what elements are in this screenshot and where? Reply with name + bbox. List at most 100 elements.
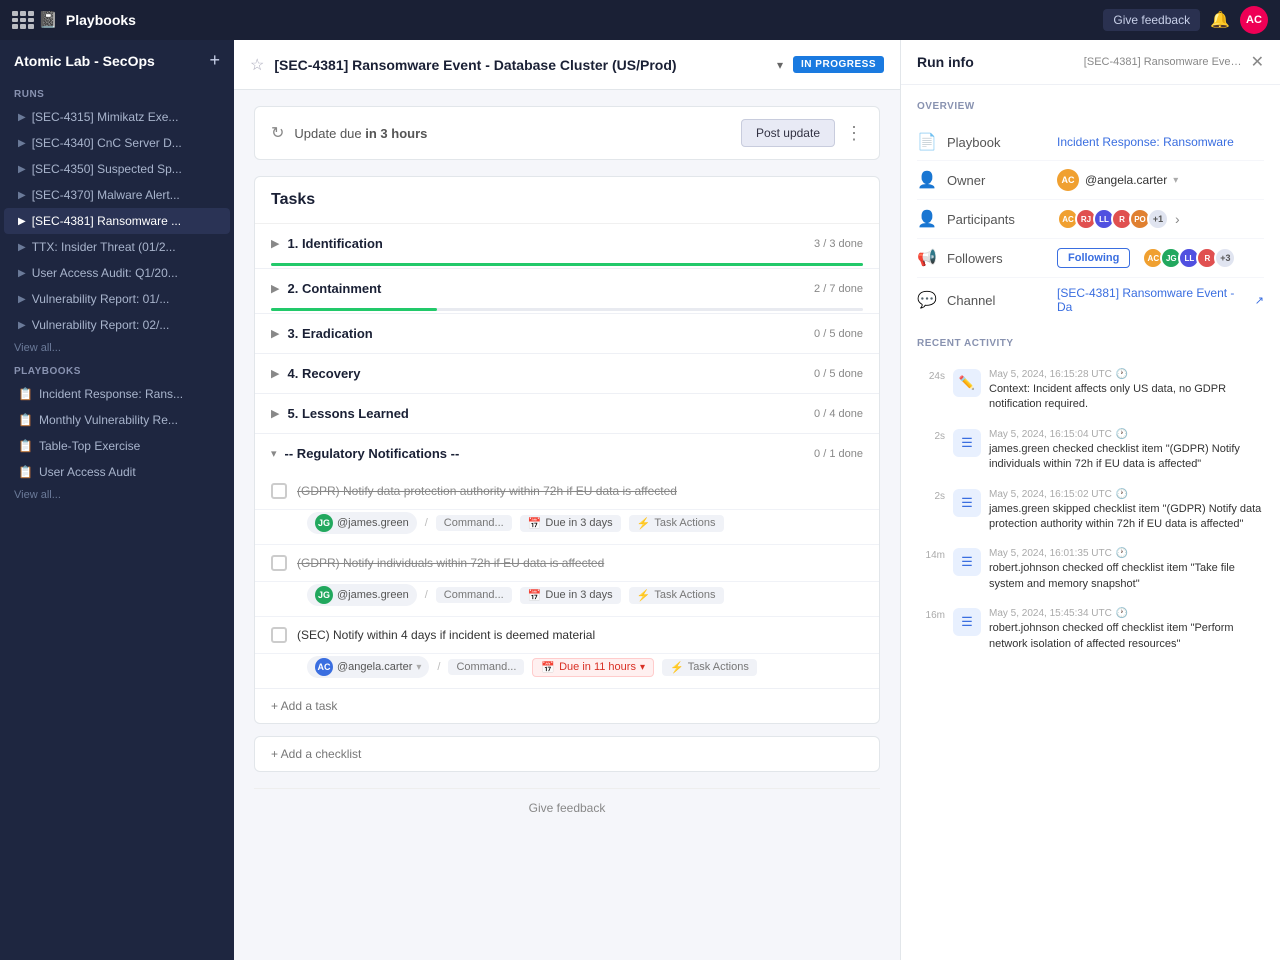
view-all-runs[interactable]: View all... xyxy=(0,338,234,358)
activity-item: 2s ☰ May 5, 2024, 16:15:02 UTC 🕐 james.g… xyxy=(917,481,1264,541)
playbook-value: Incident Response: Ransomware xyxy=(1057,135,1264,149)
bottom-feedback[interactable]: Give feedback xyxy=(254,788,880,827)
command-chip[interactable]: Command... xyxy=(448,659,524,675)
refresh-icon: ↻ xyxy=(271,123,284,143)
task-actions-button[interactable]: ⚡ Task Actions xyxy=(662,659,757,676)
post-update-button[interactable]: Post update xyxy=(741,119,835,147)
sidebar-item-audit[interactable]: ▶ User Access Audit: Q1/20... xyxy=(4,260,230,286)
activity-text: james.green skipped checklist item "(GDP… xyxy=(989,502,1264,533)
task-checkbox-gdpr2[interactable] xyxy=(271,555,287,571)
playbook-icon: 📋 xyxy=(18,465,33,479)
activity-time: 2s xyxy=(917,429,945,473)
add-task-label: + Add a task xyxy=(271,699,337,713)
sidebar-item-4315[interactable]: ▶ [SEC-4315] Mimikatz Exe... xyxy=(4,104,230,130)
assignee-dropdown-icon[interactable]: ▾ xyxy=(416,662,421,673)
content-header: ☆ [SEC-4381] Ransomware Event - Database… xyxy=(234,40,900,90)
participants-nav-button[interactable]: › xyxy=(1175,211,1180,227)
lightning-icon: ⚡ xyxy=(670,661,684,674)
task-group-header-recovery[interactable]: ▶ 4. Recovery 0 / 5 done xyxy=(255,354,879,393)
playbook-link[interactable]: Incident Response: Ransomware xyxy=(1057,135,1234,149)
sidebar-item-playbook-tabletop[interactable]: 📋 Table-Top Exercise xyxy=(4,433,230,459)
sidebar-item-label: Incident Response: Rans... xyxy=(39,387,183,401)
activity-content: May 5, 2024, 16:15:28 UTC 🕐 Context: Inc… xyxy=(989,369,1264,413)
info-row-participants: 👤 Participants AC RJ LL R PO +1 › xyxy=(917,200,1264,239)
command-chip[interactable]: Command... xyxy=(436,587,512,603)
owner-label: Owner xyxy=(947,173,1047,188)
arrow-icon: ▶ xyxy=(18,164,26,175)
sidebar-item-4381[interactable]: ▶ [SEC-4381] Ransomware ... xyxy=(4,208,230,234)
sidebar-item-label: [SEC-4350] Suspected Sp... xyxy=(32,162,182,176)
activity-timestamp: May 5, 2024, 15:45:34 UTC 🕐 xyxy=(989,608,1264,619)
task-group-header-eradication[interactable]: ▶ 3. Eradication 0 / 5 done xyxy=(255,314,879,353)
sidebar-item-label: User Access Audit: Q1/20... xyxy=(32,266,178,280)
owner-chip[interactable]: AC @angela.carter ▾ xyxy=(1057,169,1178,191)
grid-icon[interactable] xyxy=(12,11,30,29)
task-group-header-regulatory[interactable]: ▾ -- Regulatory Notifications -- 0 / 1 d… xyxy=(255,434,879,473)
sidebar-item-4340[interactable]: ▶ [SEC-4340] CnC Server D... xyxy=(4,130,230,156)
owner-name: @angela.carter xyxy=(1085,173,1167,187)
command-chip[interactable]: Command... xyxy=(436,515,512,531)
due-chip-overdue[interactable]: 📅 Due in 11 hours ▾ xyxy=(532,658,654,677)
task-row: (GDPR) Notify data protection authority … xyxy=(255,473,879,510)
run-info-section: OVERVIEW 📄 Playbook Incident Response: R… xyxy=(901,85,1280,338)
runs-section-label: RUNS xyxy=(0,81,234,104)
add-checklist-row[interactable]: + Add a checklist xyxy=(254,736,880,772)
channel-link[interactable]: [SEC-4381] Ransomware Event - Da ↗ xyxy=(1057,286,1264,314)
assignee-avatar: AC xyxy=(315,658,333,676)
close-panel-button[interactable]: ✕ xyxy=(1251,52,1264,72)
task-checkbox-sec1[interactable] xyxy=(271,627,287,643)
task-group-header-identification[interactable]: ▶ 1. Identification 3 / 3 done xyxy=(255,224,879,263)
assignee-chip[interactable]: AC @angela.carter ▾ xyxy=(307,656,429,678)
calendar-icon: 📅 xyxy=(541,661,555,674)
activity-item: 16m ☰ May 5, 2024, 15:45:34 UTC 🕐 robert… xyxy=(917,600,1264,660)
bell-icon[interactable]: 🔔 xyxy=(1210,10,1230,30)
update-due-text: Update due in 3 hours xyxy=(294,126,731,141)
star-button[interactable]: ☆ xyxy=(250,55,264,75)
owner-chevron-icon: ▾ xyxy=(1173,175,1178,186)
add-task-row[interactable]: + Add a task xyxy=(255,689,879,723)
sidebar-item-label: Vulnerability Report: 01/... xyxy=(32,292,170,306)
task-meta-gdpr2: JG @james.green / Command... 📅 Due in 3 … xyxy=(255,582,879,617)
sidebar-item-playbook-monthly[interactable]: 📋 Monthly Vulnerability Re... xyxy=(4,407,230,433)
sidebar-item-vuln2[interactable]: ▶ Vulnerability Report: 02/... xyxy=(4,312,230,338)
clock-icon: 🕐 xyxy=(1116,429,1128,440)
participants-row: AC RJ LL R PO +1 xyxy=(1057,208,1169,230)
arrow-icon: ▶ xyxy=(18,138,26,149)
assignee-name: @james.green xyxy=(337,517,409,529)
following-button[interactable]: Following xyxy=(1057,248,1130,268)
group-count: 3 / 3 done xyxy=(814,238,863,250)
progress-bar-wrap xyxy=(271,263,863,266)
assignee-chip[interactable]: JG @james.green xyxy=(307,584,417,606)
task-group-eradication: ▶ 3. Eradication 0 / 5 done xyxy=(255,314,879,354)
due-chip: 📅 Due in 3 days xyxy=(520,515,621,532)
center-inner: ↻ Update due in 3 hours Post update ⋮ Ta… xyxy=(234,90,900,843)
group-title: -- Regulatory Notifications -- xyxy=(285,446,807,461)
user-avatar[interactable]: AC xyxy=(1240,6,1268,34)
task-group-identification: ▶ 1. Identification 3 / 3 done xyxy=(255,224,879,269)
add-workspace-button[interactable]: + xyxy=(209,50,220,71)
sidebar-item-4350[interactable]: ▶ [SEC-4350] Suspected Sp... xyxy=(4,156,230,182)
sidebar-item-4370[interactable]: ▶ [SEC-4370] Malware Alert... xyxy=(4,182,230,208)
followers-more: +3 xyxy=(1214,247,1236,269)
assignee-chip[interactable]: JG @james.green xyxy=(307,512,417,534)
topbar: 📓 Playbooks Give feedback 🔔 AC xyxy=(0,0,1280,40)
view-all-playbooks[interactable]: View all... xyxy=(0,485,234,505)
task-actions-label: Task Actions xyxy=(654,589,715,601)
run-title-dropdown[interactable]: ▾ xyxy=(777,58,783,72)
task-actions-button[interactable]: ⚡ Task Actions xyxy=(629,587,724,604)
sidebar-item-label: [SEC-4315] Mimikatz Exe... xyxy=(32,110,179,124)
give-feedback-button[interactable]: Give feedback xyxy=(1103,9,1200,31)
task-group-header-containment[interactable]: ▶ 2. Containment 2 / 7 done xyxy=(255,269,879,308)
task-group-header-lessons[interactable]: ▶ 5. Lessons Learned 0 / 4 done xyxy=(255,394,879,433)
task-meta: JG @james.green / Command... 📅 Due in 3 … xyxy=(307,512,724,534)
clock-icon: 🕐 xyxy=(1116,369,1128,380)
sidebar-item-vuln1[interactable]: ▶ Vulnerability Report: 01/... xyxy=(4,286,230,312)
sidebar-item-playbook-audit[interactable]: 📋 User Access Audit xyxy=(4,459,230,485)
task-actions-button[interactable]: ⚡ Task Actions xyxy=(629,515,724,532)
sidebar-item-playbook-ir[interactable]: 📋 Incident Response: Rans... xyxy=(4,381,230,407)
task-meta: JG @james.green / Command... 📅 Due in 3 … xyxy=(307,584,724,606)
sidebar-item-ttx[interactable]: ▶ TTX: Insider Threat (01/2... xyxy=(4,234,230,260)
task-group-regulatory: ▾ -- Regulatory Notifications -- 0 / 1 d… xyxy=(255,434,879,689)
task-checkbox-gdpr1[interactable] xyxy=(271,483,287,499)
more-options-button[interactable]: ⋮ xyxy=(845,123,863,144)
